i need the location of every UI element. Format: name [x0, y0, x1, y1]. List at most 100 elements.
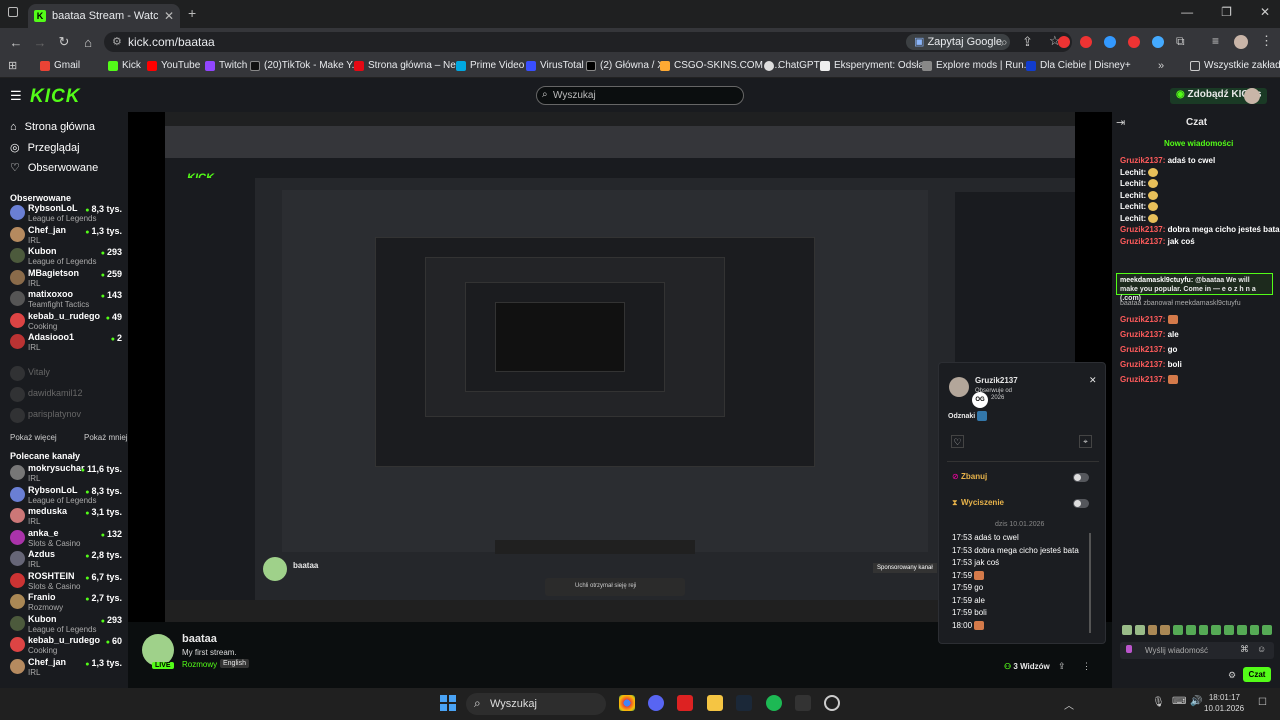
emote-icon[interactable]: [1262, 625, 1272, 635]
browser-tab[interactable]: K baataa Stream - Watch Live on ✕: [28, 4, 180, 28]
profile-avatar[interactable]: [1234, 35, 1248, 49]
home-icon[interactable]: ⌂: [76, 35, 100, 50]
kick-logo[interactable]: KICK: [30, 86, 80, 108]
emote-icon[interactable]: [1236, 625, 1247, 635]
tab-search-icon[interactable]: [8, 7, 18, 17]
channel-item[interactable]: meduskaIRL 3,1 tys.: [10, 506, 122, 528]
channel-item[interactable]: Chef_janIRL 1,3 tys.: [10, 657, 122, 679]
emoji-icon[interactable]: ☺: [1257, 644, 1266, 654]
clock-time[interactable]: 18:01:17: [1208, 693, 1240, 702]
bookmark-twitch[interactable]: Twitch: [205, 60, 247, 71]
bookmark-explore-mods[interactable]: Explore mods | Run...: [922, 60, 1032, 71]
zoom-icon[interactable]: ⌕: [1001, 35, 1008, 50]
channel-item[interactable]: RybsonLoLLeague of Legends8,3 tys.: [10, 485, 122, 507]
commands-icon[interactable]: ⌘: [1240, 644, 1249, 655]
chat-username[interactable]: Gruzik2137:: [1120, 375, 1165, 384]
hamburger-menu-icon[interactable]: ☰: [10, 88, 22, 104]
channel-item[interactable]: anka_eSlots & Casino 132: [10, 528, 122, 550]
chat-username[interactable]: Lechit:: [1120, 168, 1146, 177]
maximize-icon[interactable]: ❐: [1221, 5, 1232, 19]
ban-toggle[interactable]: [1073, 473, 1089, 482]
channel-item[interactable]: Chef_janIRL 1,3 tys.: [10, 225, 122, 247]
chrome-icon[interactable]: [619, 695, 635, 711]
channel-item[interactable]: KubonLeague of Legends 293: [10, 246, 122, 268]
bookmark-csgo-skins[interactable]: CSGO-SKINS.COM - ...: [660, 60, 780, 71]
tray-chevron-icon[interactable]: ︿: [1064, 697, 1074, 712]
chat-message[interactable]: Gruzik2137: dobra mega cicho jesteś bata: [1120, 225, 1280, 234]
bookmark-kick[interactable]: Kick: [108, 60, 141, 71]
channel-item[interactable]: Adasiooo1IRL 2: [10, 332, 122, 354]
share-icon[interactable]: ⇪: [1058, 661, 1066, 672]
channel-item[interactable]: kebab_u_rudegoCooking 60: [10, 635, 122, 657]
minimize-icon[interactable]: —: [1181, 5, 1193, 19]
file-explorer-icon[interactable]: [707, 695, 723, 711]
extension-icon[interactable]: [1058, 36, 1070, 48]
chat-username[interactable]: Gruzik2137:: [1120, 156, 1165, 165]
bookmark-youtube[interactable]: YouTube: [147, 60, 200, 71]
emote-icon[interactable]: [1122, 625, 1132, 635]
chat-message[interactable]: Lechit:: [1120, 202, 1159, 212]
chat-send-button[interactable]: Czat: [1243, 667, 1271, 682]
channel-item[interactable]: AzdusIRL 2,8 tys.: [10, 549, 122, 571]
epic-games-icon[interactable]: [795, 695, 811, 711]
search-input[interactable]: ⌕ Wyszukaj: [536, 86, 744, 105]
chat-message[interactable]: Gruzik2137: ale: [1120, 330, 1179, 339]
app-icon[interactable]: [677, 695, 693, 711]
stream-category[interactable]: Rozmowy: [182, 660, 217, 669]
emote-icon[interactable]: [1249, 625, 1260, 635]
highlighted-message[interactable]: meekdamaskl9ctuyfu: @baataa We will make…: [1116, 273, 1273, 302]
tab-close-icon[interactable]: ✕: [164, 9, 174, 23]
spotify-icon[interactable]: [766, 695, 782, 711]
chat-username[interactable]: Lechit:: [1120, 179, 1146, 188]
extension-icon[interactable]: [1104, 36, 1116, 48]
chat-input[interactable]: Wyślij wiadomość ⌘ ☺: [1120, 642, 1274, 659]
chat-username[interactable]: Lechit:: [1120, 214, 1146, 223]
apps-grid-icon[interactable]: ⊞: [8, 59, 17, 72]
emote-icon[interactable]: [1134, 625, 1145, 635]
chat-username[interactable]: Gruzik2137:: [1120, 330, 1165, 339]
show-more-link[interactable]: Pokaż więcej: [10, 433, 57, 442]
heart-icon[interactable]: ♡: [951, 435, 964, 448]
steam-icon[interactable]: [736, 695, 752, 711]
forward-icon[interactable]: →: [28, 35, 52, 50]
chat-username[interactable]: Gruzik2137:: [1120, 315, 1165, 324]
chat-username[interactable]: Gruzik2137:: [1120, 360, 1165, 369]
zapytaj-google-button[interactable]: ▣ Zapytaj Google: [906, 34, 1011, 50]
emote-icon[interactable]: [1173, 625, 1183, 635]
chat-username[interactable]: Lechit:: [1120, 202, 1146, 211]
emote-icon[interactable]: [1211, 625, 1221, 635]
extension-icon[interactable]: [1080, 36, 1092, 48]
reading-list-icon[interactable]: ≡: [1212, 34, 1219, 48]
site-info-icon[interactable]: ⚙: [112, 35, 122, 48]
all-bookmarks[interactable]: Wszystkie zakładki: [1190, 60, 1280, 71]
back-icon[interactable]: ←: [4, 35, 28, 50]
chat-username[interactable]: Gruzik2137:: [1120, 237, 1165, 246]
bookmark-chatgpt[interactable]: ChatGPT: [764, 60, 820, 71]
mute-toggle[interactable]: [1073, 499, 1089, 508]
network-icon[interactable]: ⌨: [1172, 696, 1186, 707]
channel-item[interactable]: matixoxooTeamfight Tactics 143: [10, 289, 122, 311]
chat-message[interactable]: Lechit:: [1120, 179, 1159, 189]
sidebar-nav-home[interactable]: ⌂ Strona główna: [10, 121, 95, 133]
windows-start-icon[interactable]: [440, 695, 456, 711]
close-window-icon[interactable]: ✕: [1260, 5, 1270, 19]
bookmark-gmail[interactable]: Gmail: [40, 60, 80, 71]
emote-icon[interactable]: [1224, 625, 1234, 635]
chat-message[interactable]: Gruzik2137:: [1120, 375, 1178, 385]
emote-icon[interactable]: [1198, 625, 1209, 635]
extensions-puzzle-icon[interactable]: ⧉: [1176, 34, 1185, 49]
show-less-link[interactable]: Pokaż mniej: [84, 433, 128, 442]
share-icon[interactable]: ⇪: [1022, 34, 1033, 50]
chat-message[interactable]: Gruzik2137: jak coś: [1120, 237, 1195, 246]
chat-message[interactable]: Gruzik2137: go: [1120, 345, 1177, 354]
channel-item-offline[interactable]: dawidkamil12: [10, 385, 122, 407]
scrollbar[interactable]: [1089, 533, 1091, 633]
bookmark-tiktok[interactable]: (20)TikTok - Make Y...: [250, 60, 360, 71]
channel-item[interactable]: ROSHTEINSlots & Casino 6,7 tys.: [10, 571, 122, 593]
chat-message[interactable]: Lechit:: [1120, 214, 1159, 223]
channel-item-offline[interactable]: parisplatynov: [10, 406, 122, 428]
user-avatar[interactable]: [1244, 88, 1260, 104]
chat-message[interactable]: Gruzik2137: adaś to cwel: [1120, 156, 1215, 165]
app-icon[interactable]: [824, 695, 840, 711]
chevron-right-icon[interactable]: »: [1158, 60, 1164, 72]
